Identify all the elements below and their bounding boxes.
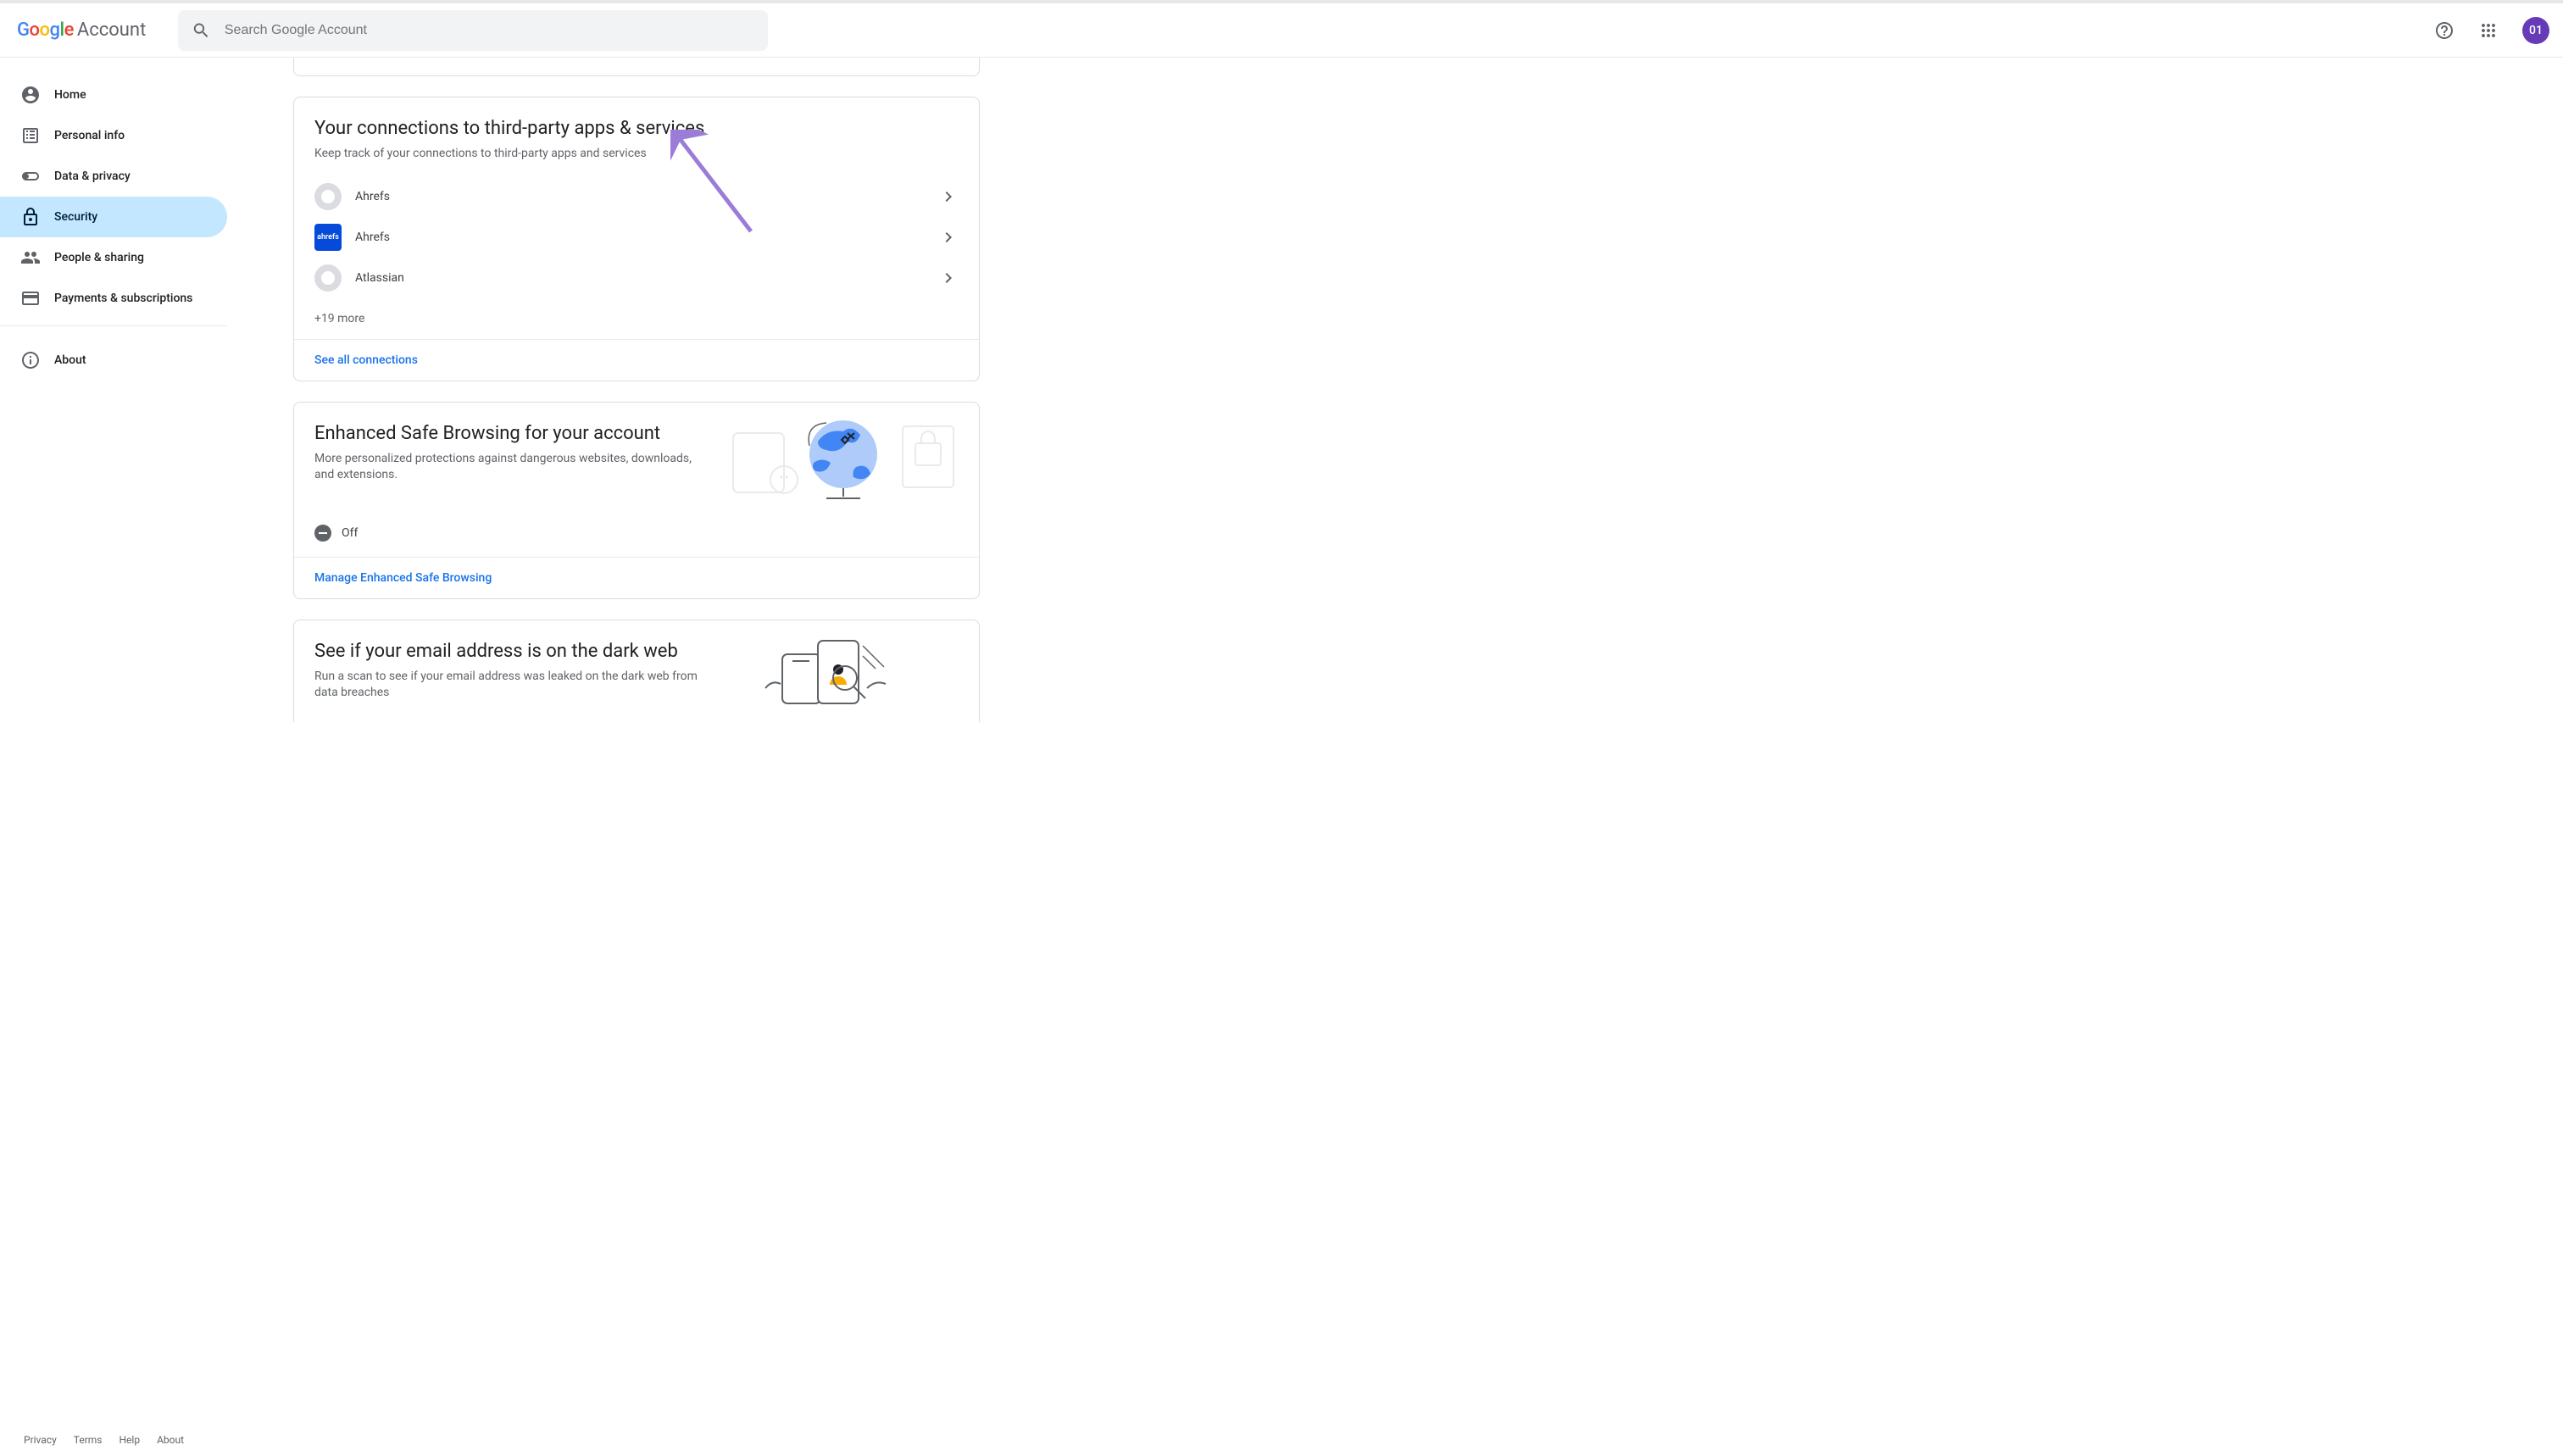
status-off-icon xyxy=(314,525,331,542)
help-icon xyxy=(2434,20,2455,41)
connections-card: Your connections to third-party apps & s… xyxy=(293,97,980,381)
help-button[interactable] xyxy=(2427,14,2461,47)
sidebar-item-label: Data & privacy xyxy=(54,169,131,183)
sidebar-item-label: People & sharing xyxy=(54,251,144,264)
globe-illustration-icon xyxy=(725,416,959,501)
app-icon xyxy=(314,183,342,210)
apps-icon xyxy=(2478,20,2499,41)
footer-help[interactable]: Help xyxy=(120,1434,141,1446)
safe-browsing-card: Enhanced Safe Browsing for your account … xyxy=(293,402,980,599)
sidebar: Home Personal info Data & privacy Securi… xyxy=(0,58,237,1456)
safe-browsing-illustration xyxy=(725,403,979,514)
home-icon xyxy=(20,85,41,105)
lock-icon xyxy=(20,207,41,227)
dark-web-subtitle: Run a scan to see if your email address … xyxy=(314,669,704,702)
nav-separator xyxy=(0,325,227,326)
connection-row[interactable]: Atlassian xyxy=(294,258,979,298)
people-icon xyxy=(20,247,41,268)
connections-title: Your connections to third-party apps & s… xyxy=(314,118,959,139)
sidebar-item-about[interactable]: About xyxy=(0,340,227,381)
sidebar-item-people-sharing[interactable]: People & sharing xyxy=(0,237,227,278)
devices-scan-illustration-icon xyxy=(757,637,926,705)
sidebar-item-label: Personal info xyxy=(54,129,125,142)
footer-links: Privacy Terms Help About xyxy=(24,1434,184,1446)
footer-terms[interactable]: Terms xyxy=(74,1434,103,1446)
app-icon: ahrefs xyxy=(314,224,342,251)
sidebar-item-label: Security xyxy=(54,210,97,224)
sidebar-item-label: Payments & subscriptions xyxy=(54,292,192,305)
dark-web-title: See if your email address is on the dark… xyxy=(314,641,704,662)
chevron-right-icon xyxy=(938,227,959,247)
safe-browsing-status: Off xyxy=(294,514,979,557)
sidebar-item-home[interactable]: Home xyxy=(0,75,227,115)
chevron-right-icon xyxy=(938,186,959,207)
app-name: Ahrefs xyxy=(355,190,938,203)
sidebar-item-security[interactable]: Security xyxy=(0,197,227,237)
apps-button[interactable] xyxy=(2471,14,2505,47)
card-icon xyxy=(20,288,41,308)
safe-browsing-title: Enhanced Safe Browsing for your account xyxy=(314,423,704,444)
app-icon xyxy=(314,264,342,292)
account-label: Account xyxy=(77,19,146,41)
sidebar-item-label: Home xyxy=(54,88,86,102)
app-name: Atlassian xyxy=(355,271,938,285)
app-name: Ahrefs xyxy=(355,231,938,244)
avatar[interactable]: 01 xyxy=(2522,17,2549,44)
more-connections[interactable]: +19 more xyxy=(294,305,979,339)
toggle-icon xyxy=(20,166,41,186)
status-label: Off xyxy=(342,526,358,540)
sidebar-item-data-privacy[interactable]: Data & privacy xyxy=(0,156,227,197)
google-account-logo[interactable]: Google Account xyxy=(14,19,146,41)
card-stub xyxy=(293,58,980,76)
header: Google Account 01 xyxy=(0,3,2563,58)
dark-web-illustration xyxy=(725,620,979,722)
google-logo: Google xyxy=(17,19,74,41)
header-actions: 01 xyxy=(2427,14,2549,47)
search-icon xyxy=(192,20,211,41)
safe-browsing-subtitle: More personalized protections against da… xyxy=(314,451,704,484)
search-input[interactable] xyxy=(225,23,754,38)
footer-about[interactable]: About xyxy=(157,1434,184,1446)
sidebar-item-personal-info[interactable]: Personal info xyxy=(0,115,227,156)
see-all-connections-link[interactable]: See all connections xyxy=(294,339,979,381)
sidebar-item-label: About xyxy=(54,353,86,367)
footer-privacy[interactable]: Privacy xyxy=(24,1434,57,1446)
connection-row[interactable]: Ahrefs xyxy=(294,176,979,217)
sidebar-item-payments[interactable]: Payments & subscriptions xyxy=(0,278,227,319)
connections-subtitle: Keep track of your connections to third-… xyxy=(314,146,959,163)
chevron-right-icon xyxy=(938,268,959,288)
manage-safe-browsing-link[interactable]: Manage Enhanced Safe Browsing xyxy=(294,557,979,598)
search-box[interactable] xyxy=(178,10,768,51)
personal-info-icon xyxy=(20,125,41,146)
connection-row[interactable]: ahrefs Ahrefs xyxy=(294,217,979,258)
info-icon xyxy=(20,350,41,370)
dark-web-card: See if your email address is on the dark… xyxy=(293,620,980,722)
